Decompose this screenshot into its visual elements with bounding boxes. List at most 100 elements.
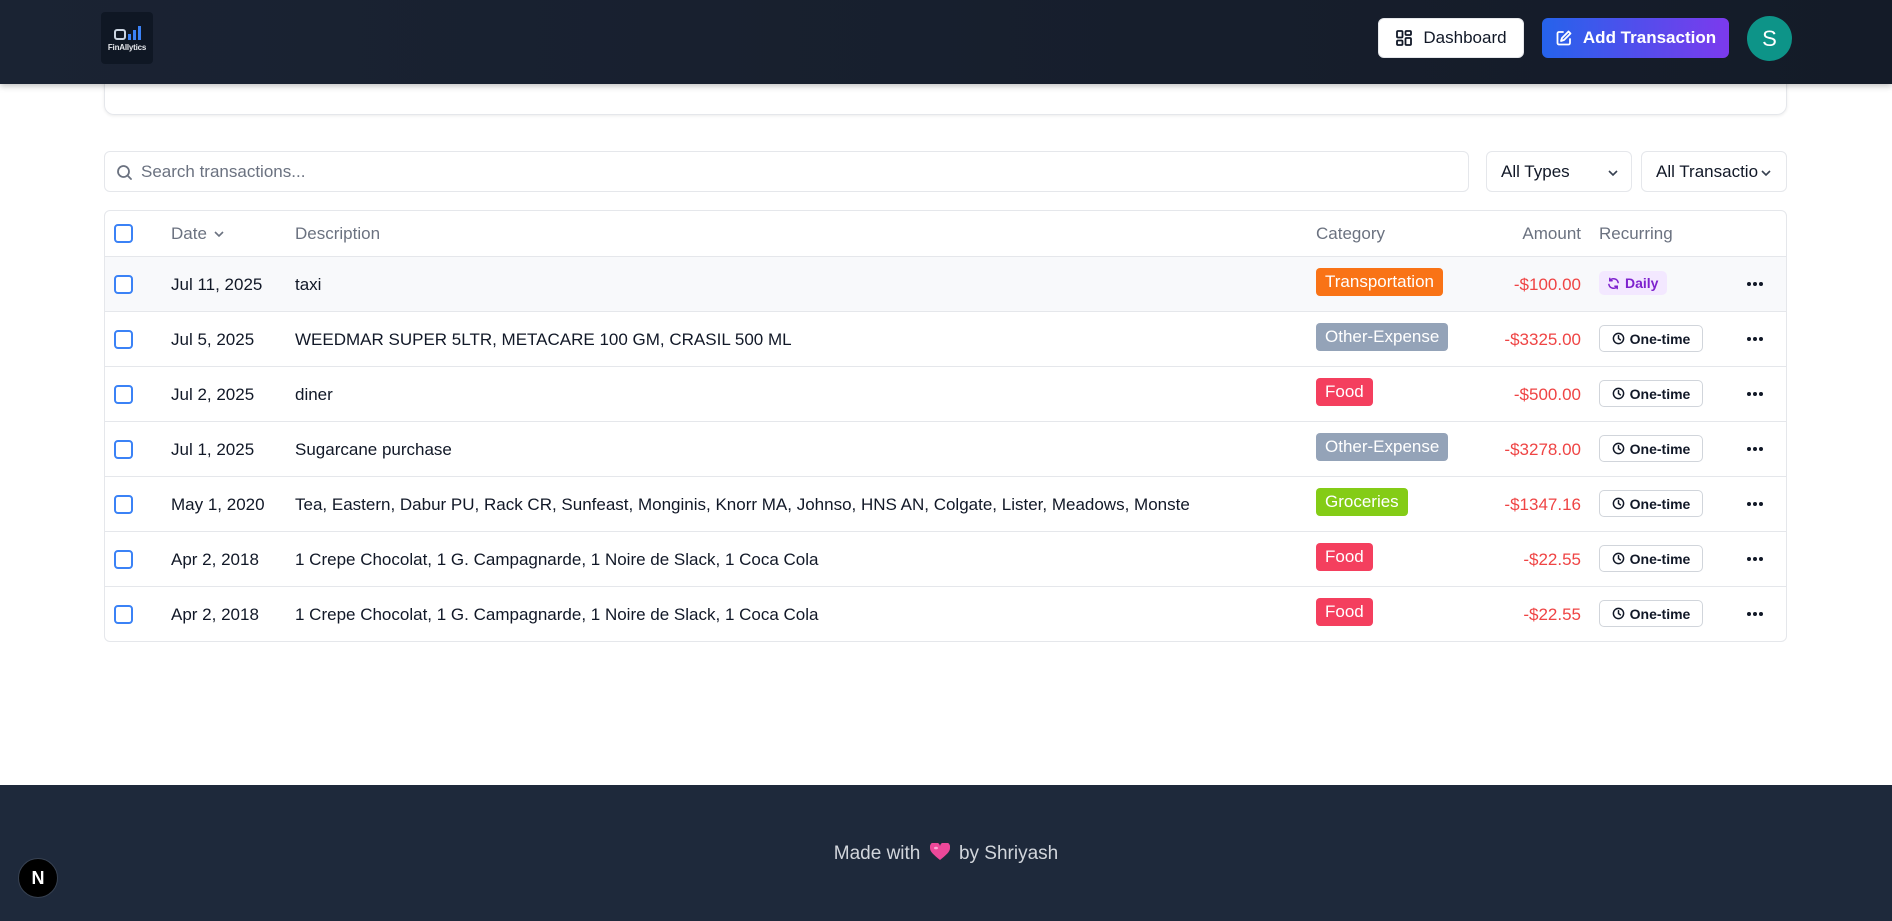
transaction-date: Jul 1, 2025 [171, 440, 255, 459]
nextjs-dev-badge[interactable]: N [18, 858, 58, 898]
more-dot [1747, 502, 1751, 506]
more-dot [1759, 447, 1763, 451]
more-dot [1753, 612, 1757, 616]
more-dot [1759, 392, 1763, 396]
row-checkbox[interactable] [114, 330, 133, 349]
more-dot [1747, 337, 1751, 341]
transaction-description: Sugarcane purchase [295, 440, 452, 459]
amount-column-header: Amount [1522, 224, 1581, 243]
recurring-label: One-time [1629, 385, 1691, 402]
add-transaction-label: Add Transaction [1582, 28, 1717, 47]
footer-made-with: Made with [833, 843, 921, 864]
description-column-header: Description [295, 224, 381, 243]
date-sort-header[interactable]: Date [171, 224, 225, 244]
table-row[interactable]: Jul 5, 2025 WEEDMAR SUPER 5LTR, METACARE… [105, 311, 1786, 366]
dashboard-button[interactable]: Dashboard [1378, 18, 1524, 58]
more-dot [1747, 557, 1751, 561]
clock-icon [1612, 497, 1625, 510]
table-row[interactable]: May 1, 2020 Tea, Eastern, Dabur PU, Rack… [105, 476, 1786, 531]
row-checkbox[interactable] [114, 440, 133, 459]
chevron-down-icon [214, 231, 224, 238]
row-checkbox[interactable] [114, 605, 133, 624]
recurring-badge: One-time [1599, 545, 1703, 572]
recurring-badge: One-time [1599, 490, 1703, 517]
transaction-date: Jul 2, 2025 [171, 385, 255, 404]
recurring-column-header: Recurring [1599, 224, 1673, 243]
more-dot [1747, 612, 1751, 616]
search-box[interactable] [104, 151, 1469, 192]
more-dot [1747, 447, 1751, 451]
transaction-date: Jul 11, 2025 [171, 275, 263, 294]
add-transaction-button[interactable]: Add Transaction [1542, 18, 1729, 58]
table-row[interactable]: Jul 1, 2025 Sugarcane purchase Other-Exp… [105, 421, 1786, 476]
transactions-table: Date Description Category Amount Recurri… [104, 210, 1787, 642]
category-badge: Other-Expense [1316, 433, 1449, 461]
row-actions-menu-button[interactable] [1744, 329, 1766, 349]
transaction-description: taxi [295, 275, 322, 294]
row-actions-menu-button[interactable] [1744, 494, 1766, 514]
type-filter-select[interactable]: All Types [1486, 151, 1632, 192]
row-actions-menu-button[interactable] [1744, 604, 1766, 624]
category-badge: Food [1316, 378, 1373, 406]
transaction-filter-select[interactable]: All Transactio [1641, 151, 1787, 192]
clock-icon [1612, 332, 1625, 345]
row-checkbox[interactable] [114, 550, 133, 569]
category-badge: Food [1316, 598, 1373, 626]
row-checkbox[interactable] [114, 385, 133, 404]
chevron-down-icon [1761, 170, 1771, 177]
recurring-badge: One-time [1599, 435, 1703, 462]
select-all-checkbox[interactable] [114, 224, 133, 243]
transaction-date: Apr 2, 2018 [171, 605, 259, 624]
category-column-header: Category [1316, 224, 1385, 243]
more-dot [1753, 337, 1757, 341]
transaction-description: 1 Crepe Chocolat, 1 G. Campagnarde, 1 No… [295, 605, 819, 624]
row-checkbox[interactable] [114, 275, 133, 294]
more-dot [1753, 557, 1757, 561]
recurring-badge: One-time [1599, 325, 1703, 352]
category-badge: Food [1316, 543, 1373, 571]
clock-icon [1612, 387, 1625, 400]
more-dot [1753, 282, 1757, 286]
row-checkbox[interactable] [114, 495, 133, 514]
transaction-amount: -$500.00 [1513, 385, 1581, 404]
chevron-down-icon [1608, 170, 1618, 177]
user-avatar[interactable]: S [1747, 16, 1792, 61]
recurring-label: One-time [1629, 440, 1691, 457]
more-dot [1747, 282, 1751, 286]
clock-icon [1612, 442, 1625, 455]
dashboard-icon [1396, 30, 1413, 46]
row-actions-menu-button[interactable] [1744, 384, 1766, 404]
type-filter-value: All Types [1501, 161, 1570, 181]
recurring-label: Daily [1625, 275, 1659, 291]
more-dot [1753, 502, 1757, 506]
logo-icon [113, 24, 141, 40]
recurring-label: One-time [1629, 495, 1691, 512]
logo-text: FinAllytics [107, 43, 147, 52]
more-dot [1747, 392, 1751, 396]
transaction-amount: -$22.55 [1523, 550, 1581, 569]
app-logo[interactable]: FinAllytics [101, 12, 153, 64]
table-row[interactable]: Jul 2, 2025 diner Food -$500.00 One-time [105, 366, 1786, 421]
search-input[interactable] [141, 161, 1468, 182]
footer-author: by Shriyash [958, 843, 1059, 864]
row-actions-menu-button[interactable] [1744, 274, 1766, 294]
category-badge: Groceries [1316, 488, 1408, 516]
more-dot [1759, 282, 1763, 286]
table-row[interactable]: Apr 2, 2018 1 Crepe Chocolat, 1 G. Campa… [105, 531, 1786, 586]
top-nav-bar: FinAllytics Dashboard Add Transaction S [0, 0, 1892, 84]
transaction-amount: -$1347.16 [1504, 495, 1581, 514]
search-icon [117, 165, 132, 180]
edit-icon [1556, 30, 1572, 46]
row-actions-menu-button[interactable] [1744, 549, 1766, 569]
table-header-row: Date Description Category Amount Recurri… [105, 211, 1786, 256]
recurring-label: One-time [1629, 550, 1691, 567]
table-row[interactable]: Jul 11, 2025 taxi Transportation -$100.0… [105, 256, 1786, 311]
more-dot [1753, 392, 1757, 396]
more-dot [1759, 337, 1763, 341]
transaction-amount: -$3278.00 [1504, 440, 1581, 459]
table-row[interactable]: Apr 2, 2018 1 Crepe Chocolat, 1 G. Campa… [105, 586, 1786, 641]
more-dot [1753, 447, 1757, 451]
row-actions-menu-button[interactable] [1744, 439, 1766, 459]
clock-icon [1612, 552, 1625, 565]
recurring-label: One-time [1629, 605, 1691, 622]
